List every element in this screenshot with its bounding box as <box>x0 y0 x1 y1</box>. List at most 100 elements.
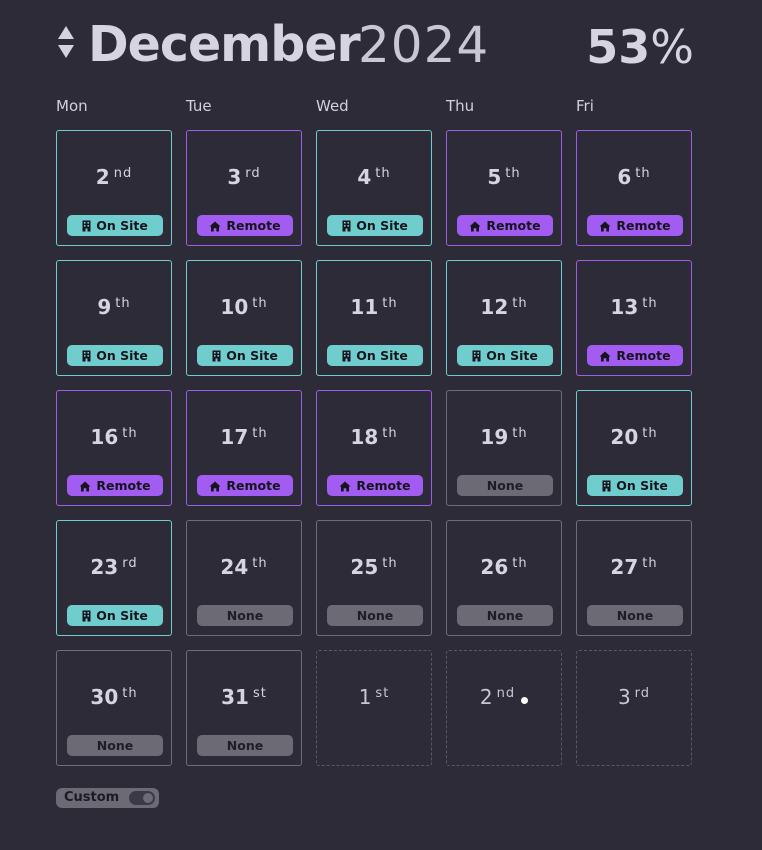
status-badge-remote[interactable]: Remote <box>457 215 553 236</box>
custom-toggle[interactable]: Custom <box>56 788 159 808</box>
day-cell-30[interactable]: 30th None <box>56 650 172 766</box>
custom-toggle-label: Custom <box>64 790 120 805</box>
building-icon <box>212 347 221 368</box>
day-ordinal-suffix: th <box>642 426 658 441</box>
status-badge-none[interactable]: None <box>197 735 293 756</box>
status-badge-remote[interactable]: Remote <box>197 475 293 496</box>
day-ordinal-suffix: st <box>375 686 390 701</box>
day-ordinal-suffix: th <box>512 426 528 441</box>
day-number-value: 3 <box>617 685 631 709</box>
day-number-value: 3 <box>227 165 242 189</box>
day-cell-13[interactable]: 13th Remote <box>576 260 692 376</box>
status-badge-label: None <box>226 608 264 623</box>
day-cell-6[interactable]: 6th Remote <box>576 130 692 246</box>
status-badge-none[interactable]: None <box>197 605 293 626</box>
status-badge-onsite[interactable]: On Site <box>587 475 683 496</box>
day-number-value: 20 <box>610 425 639 449</box>
day-number: 3rd <box>187 165 301 189</box>
day-number: 2nd <box>57 165 171 189</box>
status-badge-none[interactable]: None <box>457 475 553 496</box>
status-badge-remote[interactable]: Remote <box>197 215 293 236</box>
day-cell-17[interactable]: 17th Remote <box>186 390 302 506</box>
status-badge-remote[interactable]: Remote <box>67 475 163 496</box>
status-badge-remote[interactable]: Remote <box>587 345 683 366</box>
day-number: 3rd <box>577 685 691 709</box>
status-badge-remote[interactable]: Remote <box>587 215 683 236</box>
day-cell-24[interactable]: 24th None <box>186 520 302 636</box>
day-cell-3[interactable]: 3rd Remote <box>186 130 302 246</box>
day-number: 12th <box>447 295 561 319</box>
day-ordinal-suffix: th <box>375 166 391 181</box>
day-cell-next-month-1[interactable]: 1st <box>316 650 432 766</box>
day-cell-12[interactable]: 12th On Site <box>446 260 562 376</box>
status-badge-onsite[interactable]: On Site <box>457 345 553 366</box>
status-badge-label: None <box>96 738 134 753</box>
status-badge-none[interactable]: None <box>587 605 683 626</box>
day-ordinal-suffix: th <box>505 166 521 181</box>
status-badge-none[interactable]: None <box>67 735 163 756</box>
day-ordinal-suffix: th <box>642 556 658 571</box>
day-number-value: 13 <box>610 295 639 319</box>
status-badge-none[interactable]: None <box>327 605 423 626</box>
status-badge-onsite[interactable]: On Site <box>197 345 293 366</box>
day-ordinal-suffix: th <box>252 426 268 441</box>
day-cell-16[interactable]: 16th Remote <box>56 390 172 506</box>
day-cell-25[interactable]: 25th None <box>316 520 432 636</box>
building-icon <box>82 607 91 628</box>
month-title: December <box>88 16 361 73</box>
status-badge-label: Remote <box>226 218 281 233</box>
day-cell-9[interactable]: 9th On Site <box>56 260 172 376</box>
day-cell-18[interactable]: 18th Remote <box>316 390 432 506</box>
day-cell-20[interactable]: 20th On Site <box>576 390 692 506</box>
status-badge-label: None <box>356 608 394 623</box>
day-cell-31[interactable]: 31st None <box>186 650 302 766</box>
home-icon <box>469 217 481 238</box>
sort-arrows-icon[interactable] <box>56 26 76 62</box>
day-number-value: 18 <box>350 425 379 449</box>
status-badge-remote[interactable]: Remote <box>327 475 423 496</box>
day-ordinal-suffix: th <box>252 556 268 571</box>
day-number: 20th <box>577 425 691 449</box>
day-number: 9th <box>57 295 171 319</box>
status-badge-none[interactable]: None <box>457 605 553 626</box>
day-ordinal-suffix: th <box>122 686 138 701</box>
day-cell-4[interactable]: 4th On Site <box>316 130 432 246</box>
day-number-value: 19 <box>480 425 509 449</box>
status-badge-onsite[interactable]: On Site <box>67 345 163 366</box>
day-cell-5[interactable]: 5th Remote <box>446 130 562 246</box>
day-number-value: 16 <box>90 425 119 449</box>
day-cell-23[interactable]: 23rd On Site <box>56 520 172 636</box>
day-cell-10[interactable]: 10th On Site <box>186 260 302 376</box>
day-cell-next-month-2[interactable]: 2nd <box>446 650 562 766</box>
status-badge-onsite[interactable]: On Site <box>327 215 423 236</box>
chevron-down-icon[interactable] <box>58 45 74 58</box>
status-badge-label: None <box>616 608 654 623</box>
building-icon <box>602 477 611 498</box>
day-cell-27[interactable]: 27th None <box>576 520 692 636</box>
day-cell-next-month-3[interactable]: 3rd <box>576 650 692 766</box>
building-icon <box>342 347 351 368</box>
day-number: 1st <box>317 685 431 709</box>
status-badge-onsite[interactable]: On Site <box>67 605 163 626</box>
status-badge-onsite[interactable]: On Site <box>67 215 163 236</box>
day-number: 18th <box>317 425 431 449</box>
day-ordinal-suffix: th <box>382 556 398 571</box>
toggle-switch[interactable] <box>129 791 155 805</box>
day-number: 6th <box>577 165 691 189</box>
day-ordinal-suffix: nd <box>113 166 133 181</box>
day-number-value: 12 <box>480 295 509 319</box>
day-cell-26[interactable]: 26th None <box>446 520 562 636</box>
weekday-label-thu: Thu <box>446 97 475 115</box>
day-ordinal-suffix: st <box>252 686 267 701</box>
day-cell-19[interactable]: 19th None <box>446 390 562 506</box>
day-cell-2[interactable]: 2nd On Site <box>56 130 172 246</box>
day-number: 5th <box>447 165 561 189</box>
status-badge-label: On Site <box>226 348 278 363</box>
calendar-header: December 2024 53% <box>56 14 694 78</box>
day-cell-11[interactable]: 11th On Site <box>316 260 432 376</box>
home-icon <box>339 477 351 498</box>
day-number-value: 26 <box>480 555 509 579</box>
status-badge-onsite[interactable]: On Site <box>327 345 423 366</box>
today-dot-icon <box>521 697 529 704</box>
chevron-up-icon[interactable] <box>58 26 74 39</box>
